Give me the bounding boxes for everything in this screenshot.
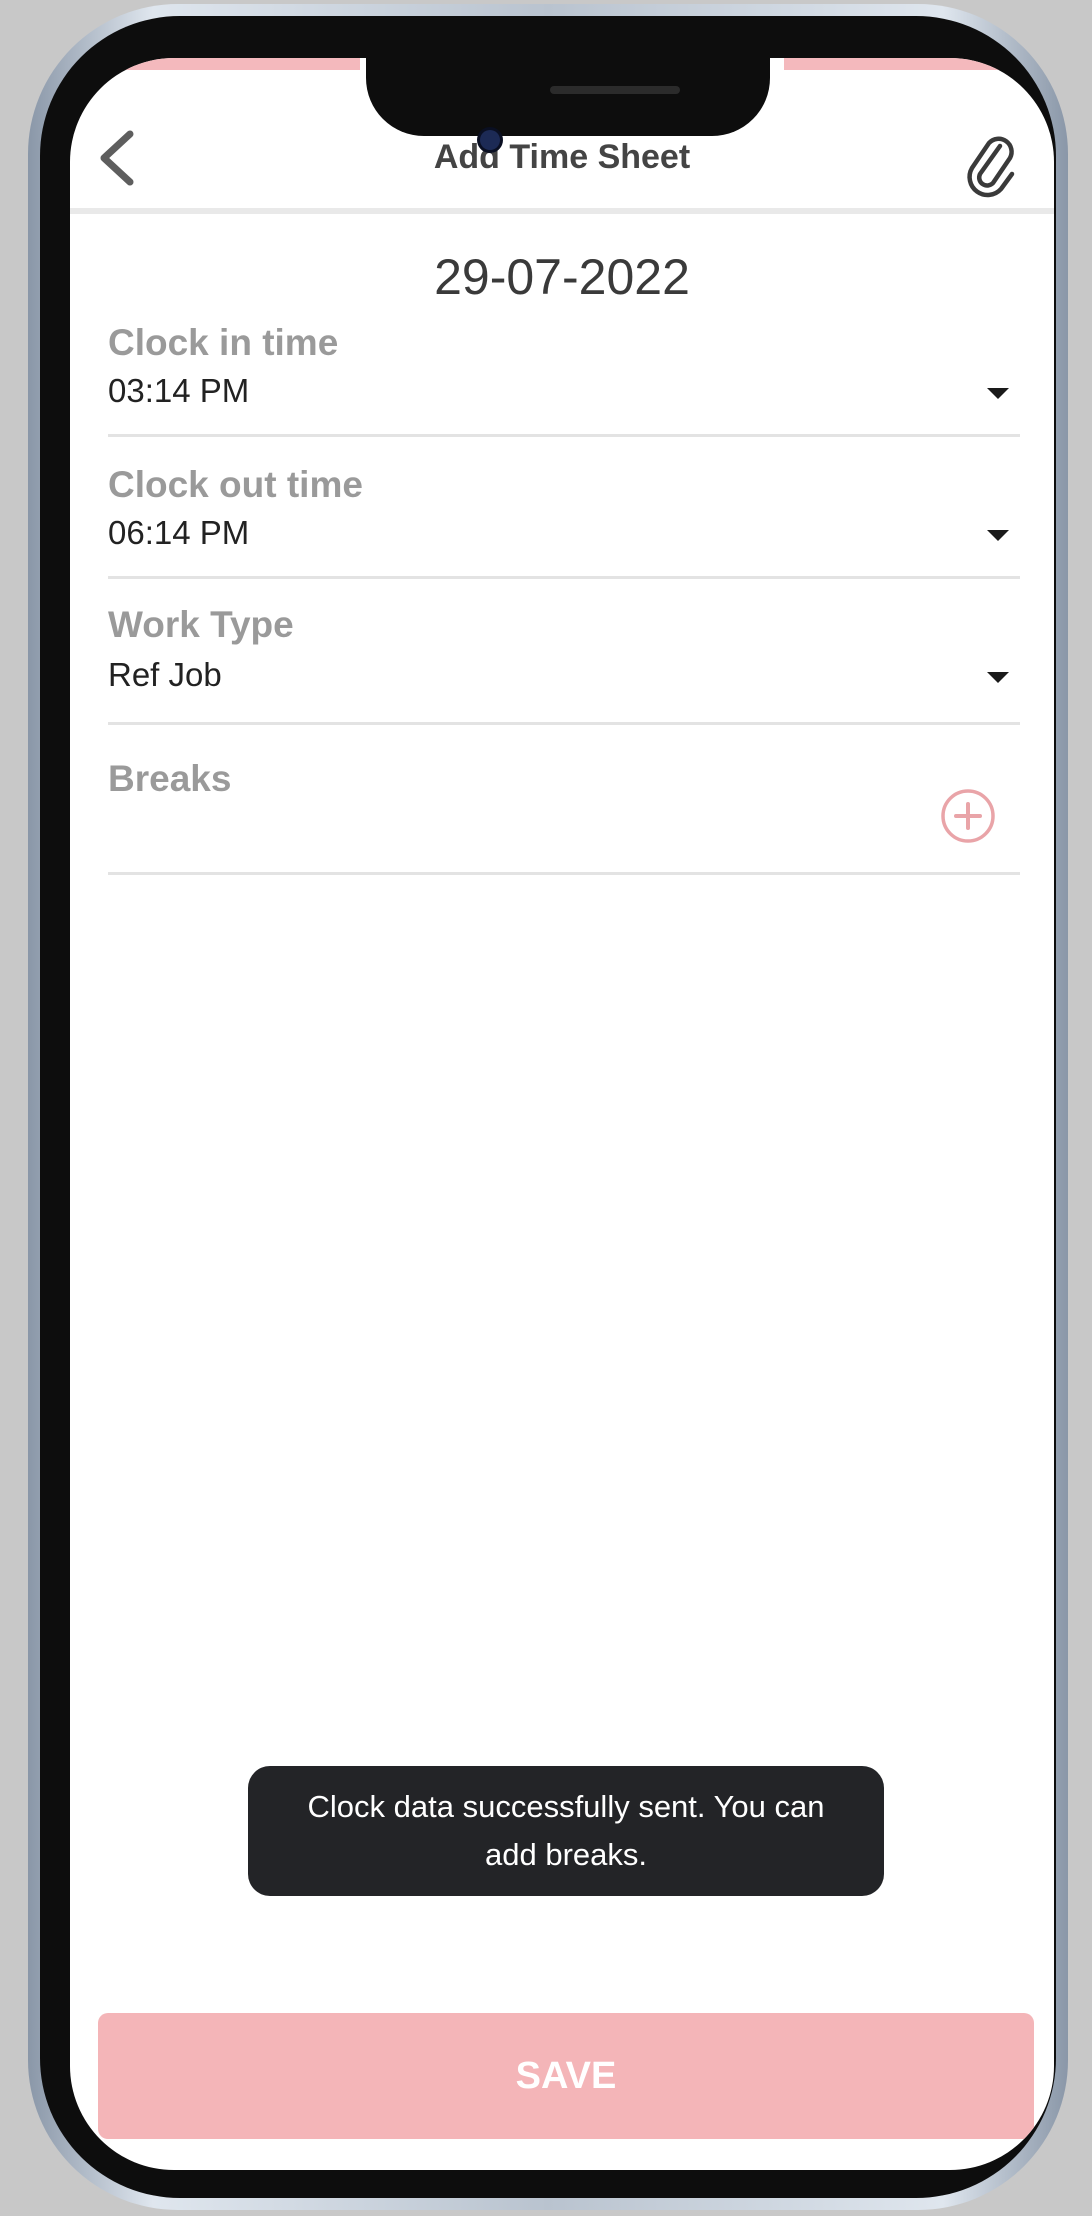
plus-circle-icon <box>941 789 995 843</box>
clock-out-label: Clock out time <box>108 464 363 505</box>
clock-in-value: 03:14 PM <box>108 372 250 409</box>
divider <box>108 434 1020 437</box>
app-screen: Add Time Sheet 29-07-2022 Clock in time … <box>70 58 1054 2170</box>
notch-speaker <box>550 86 680 94</box>
clock-in-label: Clock in time <box>108 322 339 363</box>
attach-button[interactable] <box>960 128 1020 198</box>
divider <box>108 722 1020 725</box>
paperclip-icon <box>967 136 1015 198</box>
work-type-value: Ref Job <box>108 656 222 693</box>
front-camera <box>480 130 500 150</box>
toast-text: Clock data successfully sent. You can ad… <box>307 1789 825 1872</box>
divider <box>108 872 1020 875</box>
work-type-label: Work Type <box>108 604 294 645</box>
toast-message: Clock data successfully sent. You can ad… <box>248 1766 884 1896</box>
add-break-button[interactable] <box>938 786 998 846</box>
save-button[interactable]: SAVE <box>98 2013 1034 2139</box>
phone-notch <box>366 58 770 136</box>
timesheet-date: 29-07-2022 <box>434 249 690 305</box>
page-title: Add Time Sheet <box>433 138 691 176</box>
chevron-down-icon <box>987 530 1009 541</box>
breaks-label: Breaks <box>108 758 232 799</box>
chevron-down-icon <box>987 388 1009 399</box>
divider <box>108 576 1020 579</box>
clock-out-value: 06:14 PM <box>108 514 250 551</box>
chevron-down-icon <box>987 672 1009 683</box>
